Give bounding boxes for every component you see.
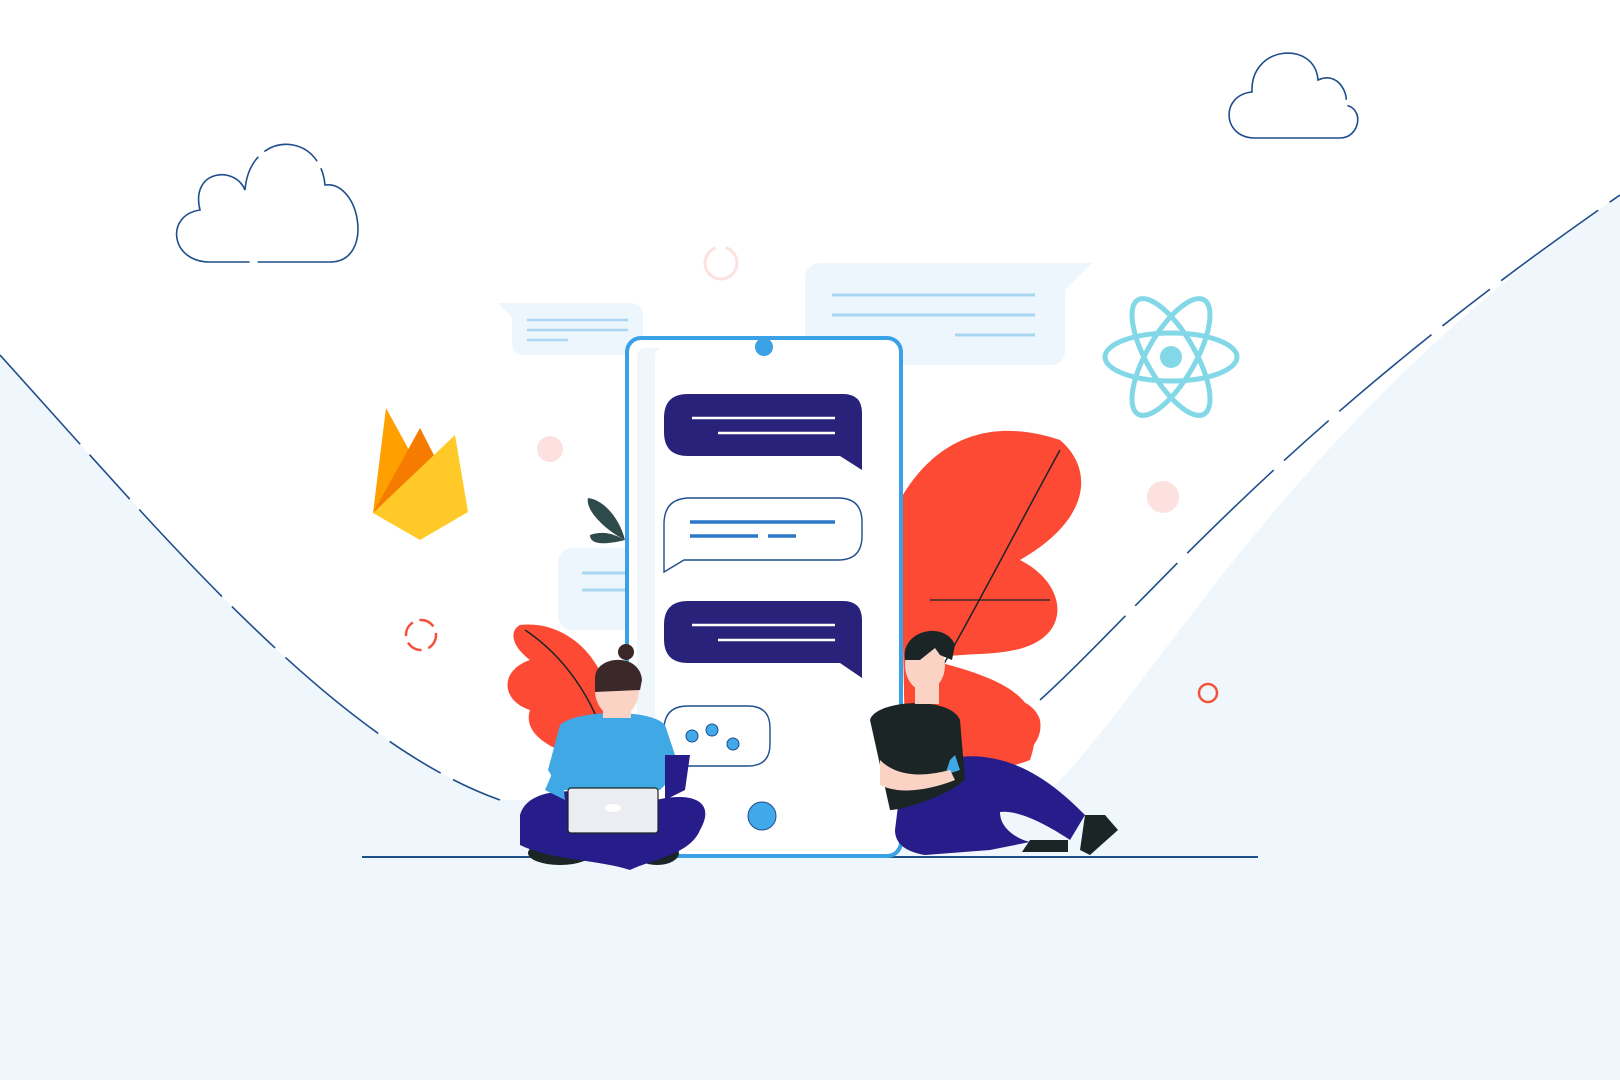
- chat-bubble-icon: [498, 303, 643, 355]
- phone-notch: [755, 338, 773, 356]
- illustration-scene: [0, 0, 1620, 1080]
- pink-dot: [537, 436, 563, 462]
- phone-home-button: [747, 801, 777, 831]
- pink-dot: [1147, 481, 1179, 513]
